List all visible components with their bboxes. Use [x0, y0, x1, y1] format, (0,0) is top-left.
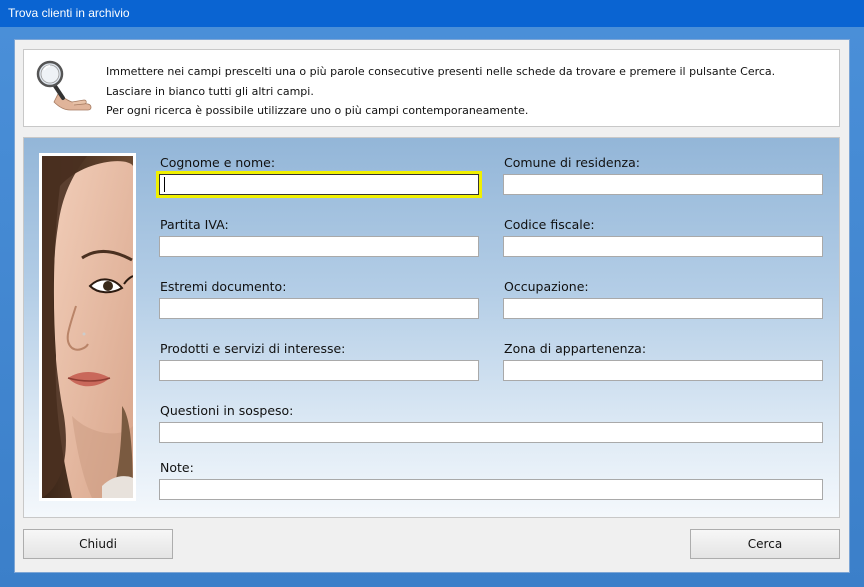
label-comune-residenza: Comune di residenza:	[504, 155, 640, 170]
label-estremi-documento: Estremi documento:	[160, 279, 287, 294]
prodotti-servizi-input[interactable]	[159, 360, 479, 381]
note-input[interactable]	[159, 479, 823, 500]
label-occupazione: Occupazione:	[504, 279, 589, 294]
label-prodotti-servizi: Prodotti e servizi di interesse:	[160, 341, 346, 356]
label-codice-fiscale: Codice fiscale:	[504, 217, 595, 232]
occupazione-input[interactable]	[503, 298, 823, 319]
info-box: Immettere nei campi prescelti una o più …	[23, 49, 840, 127]
info-line-1: Immettere nei campi prescelti una o più …	[106, 65, 776, 78]
text-caret	[164, 177, 165, 192]
label-questioni-sospeso: Questioni in sospeso:	[160, 403, 294, 418]
magnifier-icon	[36, 60, 94, 116]
label-note: Note:	[160, 460, 194, 475]
info-line-3: Per ogni ricerca è possibile utilizzare …	[106, 104, 529, 117]
questioni-sospeso-input[interactable]	[159, 422, 823, 443]
info-line-2: Lasciare in bianco tutti gli altri campi…	[106, 84, 314, 98]
chiudi-button[interactable]: Chiudi	[23, 529, 173, 559]
label-partita-iva: Partita IVA:	[160, 217, 229, 232]
label-cognome-nome: Cognome e nome:	[160, 155, 276, 170]
partita-iva-input[interactable]	[159, 236, 479, 257]
window-title: Trova clienti in archivio	[0, 0, 864, 27]
comune-residenza-input[interactable]	[503, 174, 823, 195]
cognome-nome-input[interactable]	[156, 171, 482, 198]
zona-appartenenza-input[interactable]	[503, 360, 823, 381]
codice-fiscale-input[interactable]	[503, 236, 823, 257]
label-zona-appartenenza: Zona di appartenenza:	[504, 341, 647, 356]
cerca-button[interactable]: Cerca	[690, 529, 840, 559]
decorative-photo	[39, 153, 136, 501]
estremi-documento-input[interactable]	[159, 298, 479, 319]
